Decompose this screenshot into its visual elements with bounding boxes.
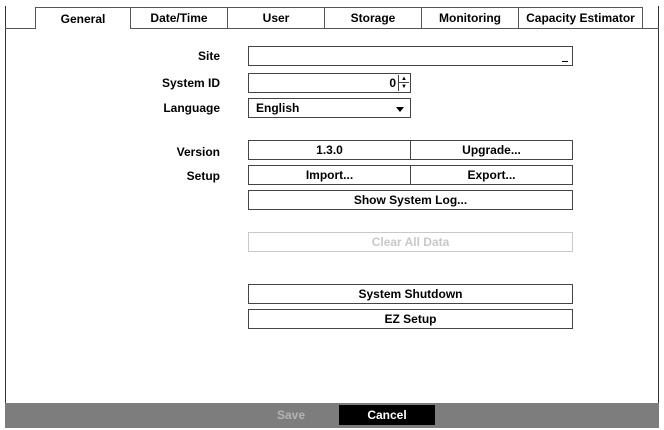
cancel-button[interactable]: Cancel	[339, 405, 435, 425]
chevron-down-icon	[396, 107, 404, 112]
text-cursor-icon	[562, 61, 568, 62]
system-shutdown-button[interactable]: System Shutdown	[248, 284, 573, 304]
tab-bar: General Date/Time User Storage Monitorin…	[35, 7, 643, 29]
tab-baseline-right	[130, 28, 659, 29]
tab-general[interactable]: General	[35, 7, 131, 29]
system-id-label: System ID	[161, 76, 220, 90]
tab-monitoring[interactable]: Monitoring	[422, 7, 519, 29]
down-arrow-icon[interactable]: ▼	[399, 83, 409, 91]
import-button[interactable]: Import...	[248, 165, 411, 185]
setup-label: Setup	[186, 169, 220, 183]
tab-storage[interactable]: Storage	[325, 7, 422, 29]
show-system-log-button[interactable]: Show System Log...	[248, 190, 573, 210]
tab-baseline-left	[5, 28, 36, 29]
ez-setup-button[interactable]: EZ Setup	[248, 309, 573, 329]
clear-all-data-button: Clear All Data	[248, 232, 573, 252]
version-label: Version	[176, 145, 220, 159]
system-id-spinbox[interactable]: 0 ▲ ▼	[248, 73, 411, 93]
spin-buttons: ▲ ▼	[398, 75, 409, 91]
version-display: 1.3.0	[248, 140, 411, 160]
settings-panel	[5, 6, 659, 428]
site-input[interactable]	[248, 46, 573, 66]
tab-date-time[interactable]: Date/Time	[131, 7, 228, 29]
up-arrow-icon[interactable]: ▲	[399, 75, 409, 83]
export-button[interactable]: Export...	[410, 165, 573, 185]
footer-bar: Save Cancel	[5, 403, 659, 428]
language-dropdown[interactable]: English	[248, 98, 411, 118]
language-label: Language	[163, 101, 220, 115]
save-button: Save	[243, 405, 339, 425]
language-value: English	[256, 101, 300, 115]
tab-user[interactable]: User	[228, 7, 325, 29]
system-id-value: 0	[389, 76, 396, 90]
site-label: Site	[197, 49, 220, 63]
upgrade-button[interactable]: Upgrade...	[410, 140, 573, 160]
tab-capacity-estimator[interactable]: Capacity Estimator	[519, 7, 643, 29]
